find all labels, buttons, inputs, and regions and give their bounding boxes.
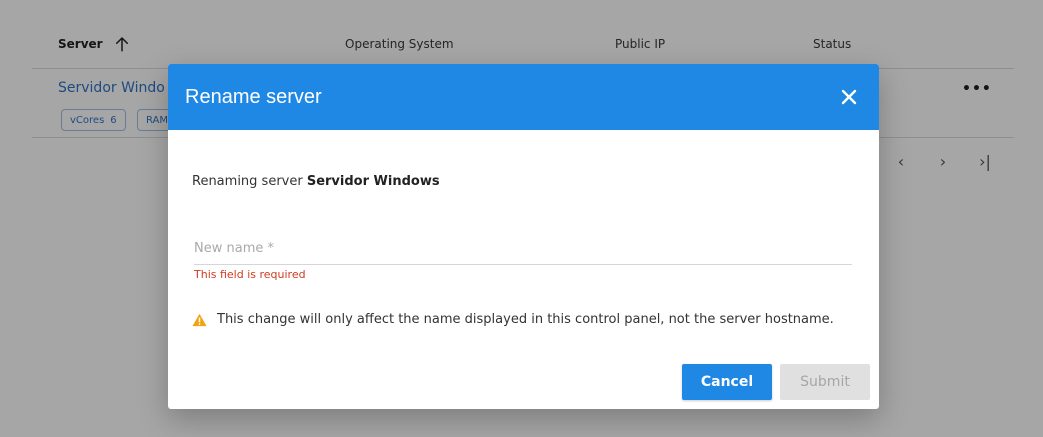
renaming-prefix: Renaming server <box>192 174 303 189</box>
dialog-title: Rename server <box>185 85 322 108</box>
submit-button[interactable]: Submit <box>780 364 870 400</box>
new-name-input[interactable] <box>194 236 852 260</box>
new-name-field <box>194 236 852 265</box>
renaming-description: Renaming server Servidor Windows <box>192 174 440 189</box>
warning-triangle-icon <box>192 313 207 326</box>
renaming-server-name: Servidor Windows <box>306 174 440 189</box>
rename-server-dialog: Rename server Renaming server Servidor W… <box>168 64 879 409</box>
close-icon[interactable] <box>837 85 861 109</box>
dialog-header: Rename server <box>168 64 879 130</box>
cancel-button[interactable]: Cancel <box>682 364 772 400</box>
warning-notice: This change will only affect the name di… <box>192 312 834 327</box>
warning-text: This change will only affect the name di… <box>217 312 834 327</box>
field-error-message: This field is required <box>194 268 306 281</box>
